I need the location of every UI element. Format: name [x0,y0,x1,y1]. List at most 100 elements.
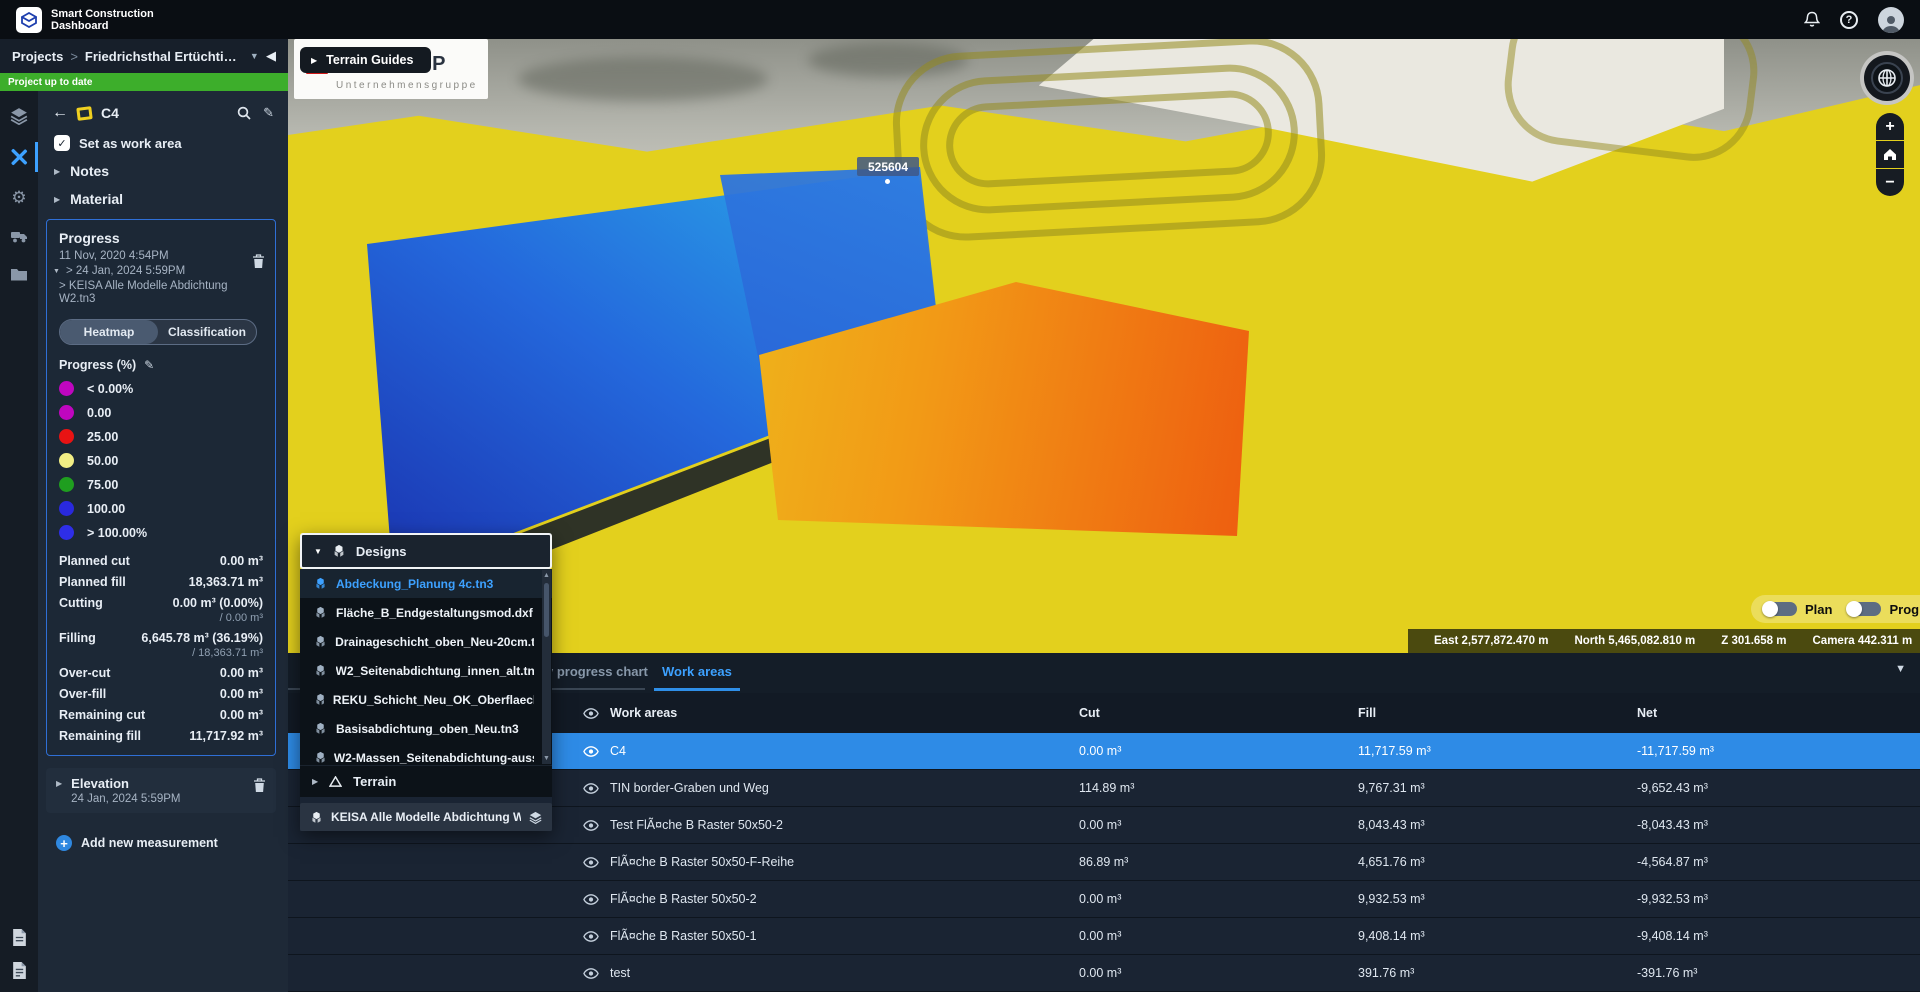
row-visibility-eye-icon[interactable] [583,820,599,831]
designs-list: Abdeckung_Planung 4c.tn3 Fläche_B_Endges… [300,569,552,765]
metric-value: 0.00 m³ [220,666,263,680]
set-work-area-checkbox[interactable]: ✓ [54,135,70,151]
scroll-down-arrow-icon[interactable]: ▼ [543,755,550,762]
user-avatar[interactable] [1878,7,1904,33]
progress-toggle[interactable]: Progress [1847,602,1920,617]
set-work-area-label: Set as work area [79,136,182,151]
report-document-icon[interactable] [11,928,28,947]
panel-collapse-chevron-icon[interactable]: ▼ [1895,663,1906,675]
back-arrow-button[interactable]: ← [52,104,68,122]
design-item-label: Fläche_B_Endgestaltungsmod.dxf [336,606,533,620]
work-area-title: C4 [101,105,119,121]
row-net-value: -8,043.43 m³ [1637,818,1920,832]
coord-north: North 5,465,082.810 m [1574,635,1695,647]
tab-work-areas[interactable]: Work areas [662,664,732,679]
toggle-knob [1846,601,1862,617]
plan-progress-toggles: Plan Progress [1751,595,1920,623]
scroll-up-arrow-icon[interactable]: ▲ [543,572,550,579]
progress-date-to[interactable]: > 24 Jan, 2024 5:59PM [66,265,185,277]
work-area-table-row[interactable]: FlÃ¤che B Raster 50x50-2 0.00 m³ 9,932.5… [288,881,1920,918]
search-icon[interactable] [237,106,251,120]
compass-navigation-ball[interactable] [1860,51,1914,105]
row-visibility-eye-icon[interactable] [583,968,599,979]
chevron-right-icon[interactable]: ▶ [56,779,62,805]
breadcrumb-projects-link[interactable]: Projects [12,49,63,64]
legend-color-swatch [59,405,74,420]
plan-toggle[interactable]: Plan [1763,602,1832,617]
zoom-in-button[interactable]: + [1876,113,1904,140]
designs-dropdown-header[interactable]: ▼ Designs [300,533,552,569]
home-view-button[interactable] [1876,141,1904,168]
tab-classification[interactable]: Classification [158,320,256,344]
terrain-guides-button[interactable]: ▶ Terrain Guides [300,47,431,73]
column-header-net[interactable]: Net [1637,706,1920,720]
zoom-out-button[interactable]: − [1876,169,1904,196]
help-icon[interactable]: ? [1840,11,1858,29]
design-list-item[interactable]: Drainageschicht_oben_Neu-20cm.tn3 [300,627,552,656]
machines-truck-icon[interactable] [0,229,38,244]
sidebar-collapse-button[interactable]: ◀ [266,48,276,64]
files-folder-icon[interactable] [0,267,38,282]
metric-label: Planned cut [59,554,130,568]
progress-card-title: Progress [59,230,263,246]
design-list-item[interactable]: Basisabdichtung_oben_Neu.tn3 [300,714,552,743]
tab-heatmap[interactable]: Heatmap [60,320,158,344]
breadcrumb-project-name[interactable]: Friedrichsthal Ertüchtigu... [85,49,243,64]
terrain-section-row[interactable]: ▶ Terrain [300,765,552,797]
delete-measurement-icon[interactable] [252,254,265,269]
notes-section-toggle[interactable]: ▶ Notes [54,163,274,179]
work-area-table-row[interactable]: FlÃ¤che B Raster 50x50-F-Reihe 86.89 m³ … [288,844,1920,881]
column-header-name[interactable]: Work areas [610,706,677,720]
plus-icon: + [56,835,72,851]
project-dropdown-caret-icon[interactable]: ▼ [250,51,259,61]
toggle-all-visibility-eye-icon[interactable] [583,708,599,719]
scrollbar-thumb[interactable] [544,583,549,637]
row-net-value: -391.76 m³ [1637,966,1920,980]
legend-label: 0.00 [87,406,111,420]
edit-legend-pencil-icon[interactable]: ✎ [144,358,154,372]
row-visibility-eye-icon[interactable] [583,894,599,905]
notifications-bell-icon[interactable] [1804,11,1820,28]
legend-item: 0.00 [59,405,263,420]
design-list-item[interactable]: Fläche_B_Endgestaltungsmod.dxf [300,598,552,627]
row-visibility-eye-icon[interactable] [583,931,599,942]
material-section-toggle[interactable]: ▶ Material [54,191,274,207]
elevation-measurement-card[interactable]: ▶ Elevation 24 Jan, 2024 5:59PM [46,768,276,813]
row-cut-value: 0.00 m³ [1079,966,1358,980]
design-list-item[interactable]: Abdeckung_Planung 4c.tn3 [300,569,552,598]
work-area-table-row[interactable]: FlÃ¤che B Raster 50x50-1 0.00 m³ 9,408.1… [288,918,1920,955]
add-new-measurement-button[interactable]: + Add new measurement [56,835,278,851]
work-area-panel: ← C4 ✎ ✓ Set as work area ▶ Notes ▶ [38,91,288,992]
legend-color-swatch [59,501,74,516]
design-item-label: Drainageschicht_oben_Neu-20cm.tn3 [335,635,534,649]
chevron-down-icon[interactable]: ▼ [53,268,60,275]
edit-pencil-icon[interactable]: ✎ [263,105,274,121]
toggle-knob [1762,601,1778,617]
delete-measurement-icon[interactable] [253,778,266,793]
row-visibility-eye-icon[interactable] [583,746,599,757]
settings-gear-icon[interactable]: ⚙ [0,189,38,206]
notes-document-icon[interactable] [11,961,28,980]
design-list-item[interactable]: W2-Massen_Seitenabdichtung-aussen.tn3 [300,743,552,765]
row-visibility-eye-icon[interactable] [583,857,599,868]
designs-scrollbar[interactable]: ▲ ▼ [542,570,551,764]
work-area-table-row[interactable]: test 0.00 m³ 391.76 m³ -391.76 m³ [288,955,1920,992]
pinned-design-row[interactable]: KEISA Alle Modelle Abdichtung W2.tn3 [300,803,552,831]
column-header-cut[interactable]: Cut [1079,706,1358,720]
chevron-right-icon: ▶ [54,167,60,176]
layers-icon[interactable] [529,811,542,824]
toggle-track [1763,602,1797,616]
app-title: Smart Construction Dashboard [51,8,154,32]
tab-progress-chart[interactable]: y progress chart [546,664,648,679]
point-marker-label[interactable]: 525604 [857,157,919,176]
row-visibility-eye-icon[interactable] [583,783,599,794]
design-cube-icon [314,606,327,619]
legend-color-swatch [59,429,74,444]
measure-tools-icon[interactable] [0,148,38,166]
toggle-track [1847,602,1881,616]
design-list-item[interactable]: W2_Seitenabdichtung_innen_alt.tn3 [300,656,552,685]
column-header-fill[interactable]: Fill [1358,706,1637,720]
layers-icon[interactable] [0,107,38,125]
legend-item: 50.00 [59,453,263,468]
design-list-item[interactable]: REKU_Schicht_Neu_OK_Oberflaechenabdicht [300,685,552,714]
